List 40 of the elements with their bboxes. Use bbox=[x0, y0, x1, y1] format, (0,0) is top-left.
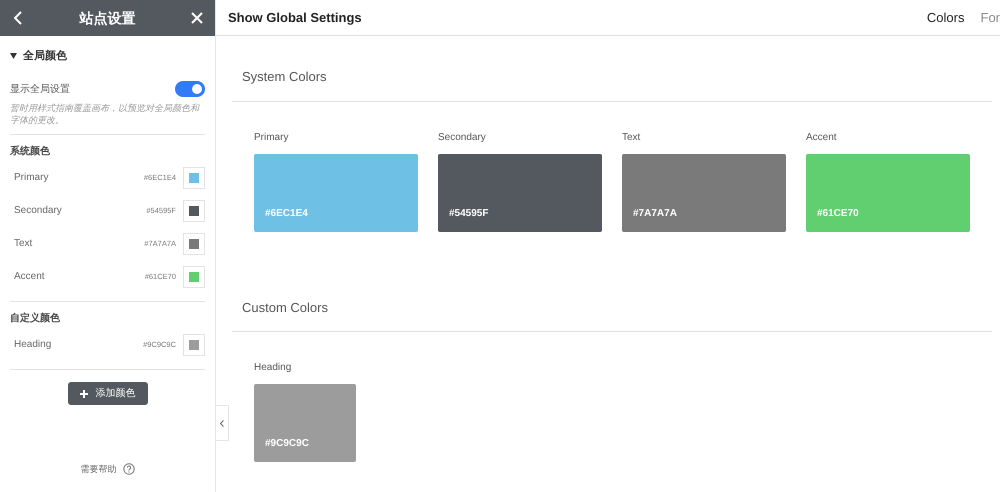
hint-text: 暂时用样式指南覆盖画布，以预览对全局颜色和字体的更改。 bbox=[10, 102, 201, 126]
help-link[interactable]: 需要帮助 bbox=[80, 462, 116, 476]
color-picker-button[interactable] bbox=[183, 200, 205, 222]
tab[interactable]: For bbox=[980, 8, 1000, 28]
group-title: 自定义颜色 bbox=[10, 311, 61, 326]
color-picker-button[interactable] bbox=[183, 266, 205, 288]
color-name: Accent bbox=[14, 270, 46, 284]
add-color-button[interactable]: 添加颜色 bbox=[68, 382, 148, 405]
color-name: Heading bbox=[14, 338, 52, 352]
color-name: Text bbox=[14, 237, 34, 251]
color-picker-button[interactable] bbox=[183, 232, 205, 254]
color-hex: #54595F bbox=[449, 206, 488, 220]
color-hex: #7A7A7A bbox=[633, 206, 677, 220]
section-title: Custom Colors bbox=[232, 298, 992, 332]
color-label: Secondary bbox=[438, 130, 487, 144]
close-icon bbox=[191, 12, 203, 24]
chevron-left-icon bbox=[220, 420, 224, 426]
color-name: Secondary bbox=[14, 204, 63, 218]
color-label: Primary bbox=[254, 130, 290, 144]
section-title[interactable]: 全局颜色 bbox=[23, 48, 67, 64]
section-title: System Colors bbox=[232, 67, 992, 102]
color-picker-button[interactable] bbox=[183, 334, 205, 356]
tab[interactable]: Colors bbox=[926, 8, 964, 28]
group-title: 系统颜色 bbox=[10, 144, 51, 159]
help-icon[interactable] bbox=[122, 463, 134, 476]
toggle-switch[interactable] bbox=[175, 81, 205, 97]
toggle-label: 显示全局设置 bbox=[10, 82, 70, 96]
back-icon bbox=[14, 11, 22, 25]
color-hex: #6EC1E4 bbox=[265, 206, 308, 220]
color-name: Primary bbox=[14, 171, 50, 185]
page-title: Show Global Settings bbox=[228, 8, 362, 27]
color-picker-button[interactable] bbox=[183, 166, 205, 188]
color-label: Heading bbox=[254, 361, 292, 375]
color-hex: #61CE70 bbox=[817, 206, 859, 220]
plus-icon bbox=[80, 390, 88, 398]
color-label: Accent bbox=[806, 130, 838, 144]
collapse-handle[interactable] bbox=[216, 405, 229, 441]
color-hex: #9C9C9C bbox=[265, 437, 309, 451]
color-label: Text bbox=[622, 130, 642, 144]
panel-title: 站点设置 bbox=[80, 8, 136, 28]
